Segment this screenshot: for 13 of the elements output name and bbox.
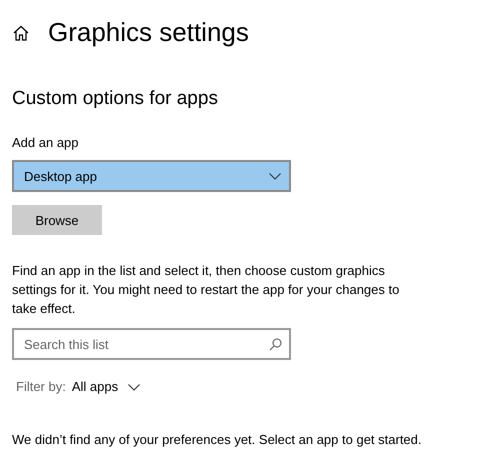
- filter-dropdown[interactable]: Filter by: All apps: [12, 376, 146, 398]
- page-title: Graphics settings: [48, 17, 249, 49]
- field-label: Add an app: [12, 134, 80, 152]
- search-icon: [269, 338, 282, 352]
- home-icon[interactable]: [12, 24, 30, 42]
- search-field[interactable]: Search this list: [12, 328, 291, 360]
- chevron-down-icon: [269, 172, 281, 180]
- section-heading: Custom options for apps: [12, 88, 219, 111]
- empty-message: We didn’t find any of your preferences yet. Select an app to get started.: [12, 430, 422, 449]
- app-type-dropdown[interactable]: Desktop app: [12, 160, 291, 192]
- chevron-down-icon: [128, 384, 140, 391]
- browse-button[interactable]: Browse: [12, 205, 102, 236]
- description-text: Find an app in the list and select it, then choose custom graphics settings for it. You might need to restart the app for your changes to take effect.: [12, 262, 400, 318]
